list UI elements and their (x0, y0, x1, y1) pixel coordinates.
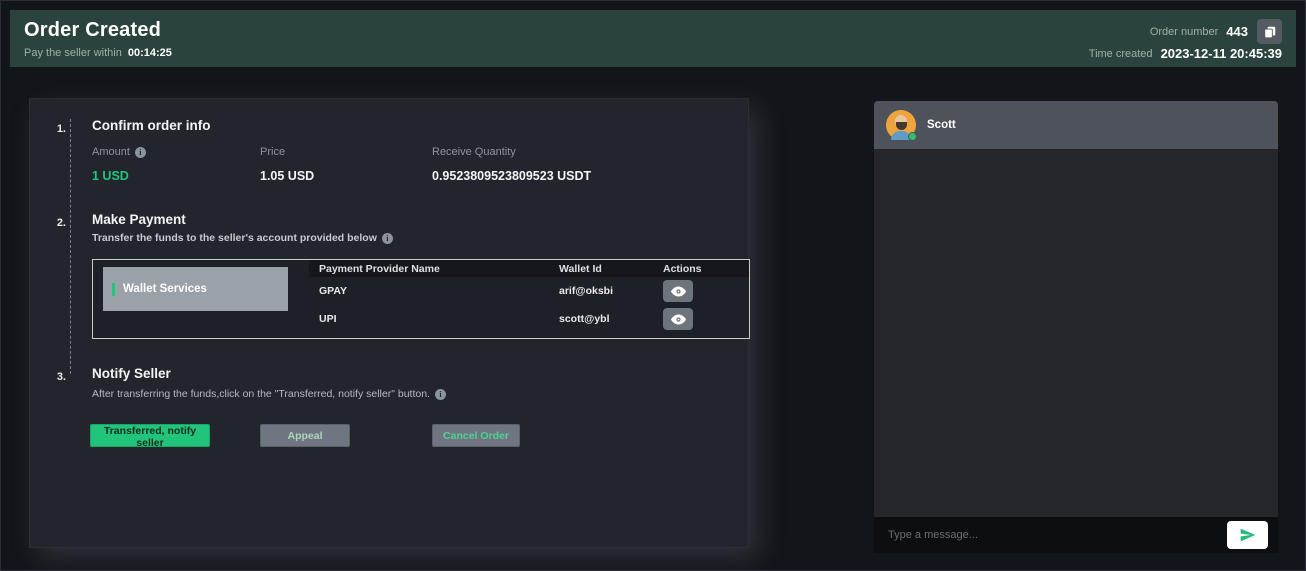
step-3-number: 3. (52, 371, 66, 383)
countdown-timer: 00:14:25 (128, 47, 172, 59)
col-header-wallet-id: Wallet Id (559, 263, 663, 275)
step-1-title: Confirm order info (92, 118, 211, 133)
eye-icon (671, 286, 686, 297)
active-tab-indicator (112, 283, 115, 296)
payment-method-tab-wallet-services[interactable]: Wallet Services (103, 267, 288, 311)
copy-order-number-button[interactable] (1257, 19, 1282, 44)
step-2-subtitle: Transfer the funds to the seller's accou… (92, 232, 393, 244)
order-number-label: Order number (1150, 26, 1218, 38)
cancel-order-button[interactable]: Cancel Order (432, 424, 520, 447)
amount-label: Amount i (92, 146, 146, 158)
payment-table: Payment Provider Name Wallet Id Actions … (309, 260, 749, 338)
order-number-row: Order number 443 (1150, 19, 1282, 44)
view-wallet-button[interactable] (663, 280, 693, 302)
price-label: Price (260, 146, 285, 158)
table-row: UPI scott@ybl (309, 305, 749, 333)
table-row: GPAY arif@oksbi (309, 277, 749, 305)
col-header-provider: Payment Provider Name (309, 263, 559, 275)
step-2-title: Make Payment (92, 212, 186, 227)
payment-table-header: Payment Provider Name Wallet Id Actions (309, 260, 749, 277)
appeal-button[interactable]: Appeal (260, 424, 350, 447)
order-header: Order Created Pay the seller within 00:14… (10, 10, 1296, 67)
chat-input-bar (874, 517, 1278, 553)
provider-name: GPAY (309, 285, 559, 297)
order-header-left: Order Created Pay the seller within 00:14… (24, 19, 172, 59)
col-header-actions: Actions (663, 263, 749, 275)
chat-panel: Scott (874, 101, 1278, 553)
chat-message-area (874, 149, 1278, 517)
time-created-row: Time created 2023-12-11 20:45:39 (1089, 46, 1282, 61)
order-page: Order Created Pay the seller within 00:14… (0, 0, 1306, 571)
receive-quantity-label: Receive Quantity (432, 146, 516, 158)
copy-icon (1263, 25, 1277, 39)
transferred-notify-seller-button[interactable]: Transferred, notify seller (90, 424, 210, 447)
eye-icon (671, 314, 686, 325)
wallet-id: scott@ybl (559, 313, 663, 325)
notify-info-icon[interactable]: i (435, 389, 446, 400)
step-1-number: 1. (52, 123, 66, 135)
view-wallet-button[interactable] (663, 308, 693, 330)
amount-value: 1 USD (92, 169, 129, 183)
pay-within: Pay the seller within 00:14:25 (24, 47, 172, 59)
chat-header: Scott (874, 101, 1278, 149)
payment-method-tab-label: Wallet Services (123, 283, 207, 295)
steps-dashed-line (70, 119, 71, 374)
order-number-value: 443 (1226, 24, 1248, 39)
receive-quantity-value: 0.9523809523809523 USDT (432, 169, 591, 183)
step-2-number: 2. (52, 217, 66, 229)
provider-name: UPI (309, 313, 559, 325)
price-value: 1.05 USD (260, 169, 314, 183)
avatar (886, 110, 916, 140)
online-status-dot (908, 132, 917, 141)
wallet-id: arif@oksbi (559, 285, 663, 297)
chat-message-input[interactable] (888, 529, 1227, 541)
amount-info-icon[interactable]: i (135, 147, 146, 158)
step-3-subtitle: After transferring the funds,click on th… (92, 388, 446, 400)
time-created-value: 2023-12-11 20:45:39 (1161, 46, 1282, 61)
send-message-button[interactable] (1227, 521, 1268, 549)
page-title: Order Created (24, 19, 172, 42)
pay-within-label: Pay the seller within (24, 47, 122, 59)
order-steps-card: 1. Confirm order info Amount i Price Rec… (29, 98, 749, 548)
chat-peer-name: Scott (927, 119, 956, 131)
payment-info-icon[interactable]: i (382, 233, 393, 244)
time-created-label: Time created (1089, 48, 1153, 60)
order-header-right: Order number 443 Time created 2023-12-11… (1089, 19, 1282, 59)
paper-plane-icon (1240, 528, 1256, 542)
payment-methods-box: Wallet Services Payment Provider Name Wa… (92, 259, 750, 339)
step-3-title: Notify Seller (92, 366, 171, 381)
